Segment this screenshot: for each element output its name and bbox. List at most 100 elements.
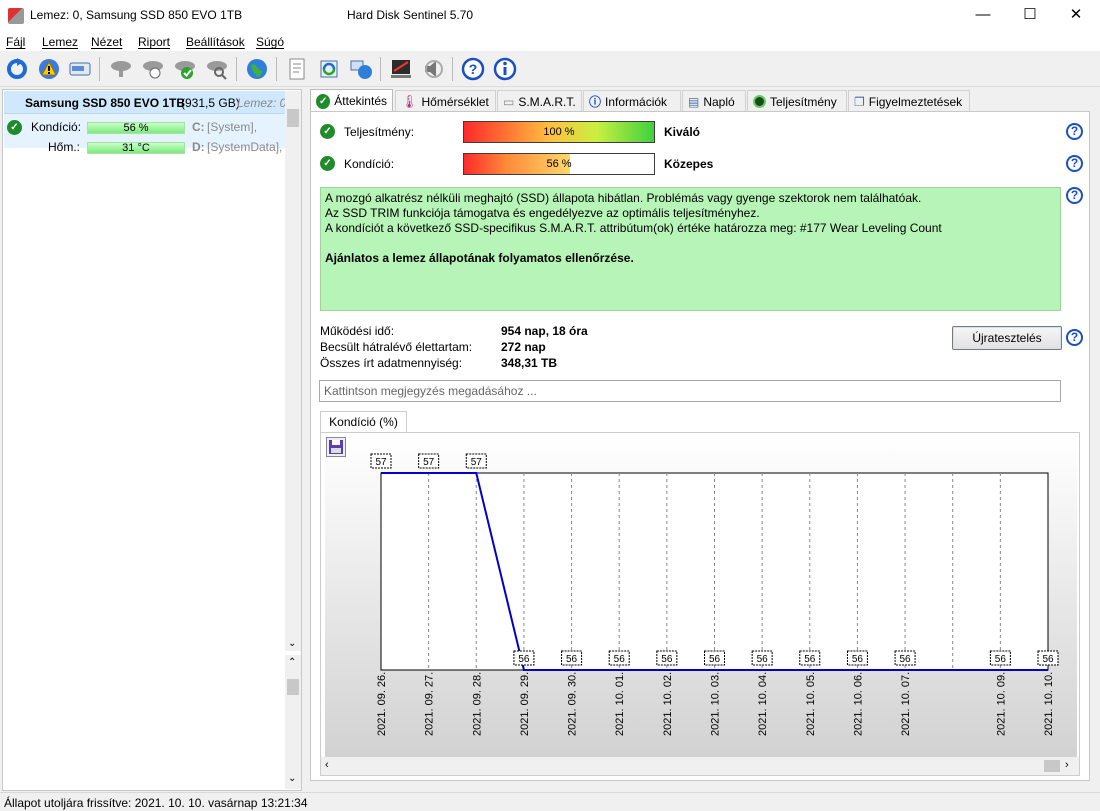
disk-search-icon[interactable]	[204, 56, 230, 82]
partition-scrollbar[interactable]: ⌃ ⌄	[285, 655, 301, 789]
health-bar-value: 56 %	[123, 122, 149, 134]
scrollbar-thumb[interactable]	[1044, 760, 1060, 772]
lifetime-value: 272 nap	[501, 340, 546, 354]
refresh-icon[interactable]	[4, 56, 30, 82]
retest-button[interactable]: Újratesztelés	[952, 326, 1062, 350]
recommendation: Ajánlatos a lemez állapotának folyamatos…	[325, 251, 634, 265]
disk-list-pane: Samsung SSD 850 EVO 1TB (931,5 GB) Lemez…	[2, 89, 302, 791]
scrollbar-thumb[interactable]	[287, 679, 299, 695]
log-icon: ▤	[688, 94, 700, 109]
help-icon[interactable]: ?	[1066, 187, 1083, 204]
scroll-down-icon[interactable]: ⌄	[288, 638, 296, 649]
toolbar-separator	[276, 57, 277, 81]
alerts-icon: ❐	[854, 94, 865, 109]
disk-summary[interactable]: ✓ Kondíció: 56 % C: [System], Hőm.: 31 °…	[4, 114, 285, 154]
x-tick-label: 2021. 10. 06.	[852, 672, 864, 736]
tab-log[interactable]: ▤ Napló	[682, 90, 746, 112]
tab-overview[interactable]: ✓ Áttekintés	[310, 89, 393, 112]
health-bar: 56 %	[87, 122, 185, 134]
title-bar: Lemez: 0, Samsung SSD 850 EVO 1TB Hard D…	[0, 0, 1100, 32]
menu-help[interactable]: Súgó	[256, 35, 284, 49]
menu-file[interactable]: Fájl	[6, 35, 25, 49]
maximize-button[interactable]: ☐	[1007, 0, 1053, 32]
tab-information[interactable]: ⓘ Információk	[583, 90, 681, 112]
performance-value: 100 %	[543, 126, 575, 138]
menu-bar: Fájl Lemez Nézet Riport Beállítások Súgó	[0, 32, 1100, 51]
tab-alerts-label: Figyelmeztetések	[868, 94, 963, 109]
save-chart-icon[interactable]	[326, 437, 346, 457]
x-tick-label: 2021. 09. 29.	[519, 672, 531, 736]
partition-d-name: [SystemData],	[207, 140, 283, 154]
status-ok-icon: ✓	[320, 124, 335, 139]
scroll-right-icon[interactable]: ›	[1065, 759, 1069, 771]
globe-icon[interactable]	[244, 56, 270, 82]
info-icon[interactable]	[492, 56, 518, 82]
x-tick-label: 2021. 10. 07.	[900, 672, 912, 736]
scroll-up-icon[interactable]: ⌃	[288, 657, 296, 668]
status-ok-icon: ✓	[316, 93, 331, 109]
disk-tag: Lemez: 0	[237, 96, 285, 110]
performance-test-icon[interactable]	[388, 56, 414, 82]
data-label: 56	[757, 654, 769, 665]
tab-temperature[interactable]: 🌡 Hőmérséklet	[395, 90, 496, 112]
x-tick-label: 2021. 09. 27.	[424, 672, 436, 736]
help-icon[interactable]: ?	[1066, 123, 1083, 140]
disk-size: (931,5 GB)	[181, 96, 240, 110]
overview-panel: ✓ Teljesítmény: 100 % Kiváló ? ✓ Kondíci…	[310, 111, 1090, 781]
tab-information-label: Információk	[605, 94, 668, 109]
toolbar: ?	[0, 51, 1100, 87]
x-tick-label: 2021. 10. 02.	[662, 672, 674, 736]
x-tick-label: 2021. 10. 05.	[805, 672, 817, 736]
scrollbar-thumb[interactable]	[287, 109, 299, 127]
menu-settings[interactable]: Beállítások	[186, 35, 245, 49]
written-label: Összes írt adatmennyiség:	[320, 356, 463, 370]
chart-tab-health[interactable]: Kondíció (%)	[320, 411, 407, 433]
app-name: Hard Disk Sentinel 5.70	[347, 8, 474, 22]
health-gauge: 56 %	[463, 153, 655, 175]
toolbar-separator	[452, 57, 453, 81]
performance-gauge: 100 %	[463, 121, 655, 143]
gauge-icon	[753, 95, 766, 108]
scroll-down-icon[interactable]: ⌄	[288, 773, 296, 784]
disk-list-scrollbar[interactable]: ⌄	[285, 91, 301, 651]
status-ok-icon: ✓	[7, 120, 22, 135]
network-icon[interactable]	[348, 56, 374, 82]
disk-check-icon[interactable]	[172, 56, 198, 82]
menu-view[interactable]: Nézet	[91, 35, 122, 49]
tab-alerts[interactable]: ❐ Figyelmeztetések	[848, 90, 970, 112]
status-line: A mozgó alkatrész nélküli meghajtó (SSD)…	[325, 191, 922, 205]
disk-drive-icon[interactable]	[67, 56, 93, 82]
speaker-icon[interactable]	[420, 56, 446, 82]
disk-network-icon[interactable]	[108, 56, 134, 82]
help-icon[interactable]: ?	[460, 56, 486, 82]
temperature-value: 31 °C	[122, 142, 150, 154]
help-icon[interactable]: ?	[1066, 155, 1083, 172]
warning-icon[interactable]	[36, 56, 62, 82]
tab-temperature-label: Hőmérséklet	[421, 94, 489, 109]
minimize-button[interactable]: —	[960, 0, 1006, 32]
menu-report[interactable]: Riport	[138, 35, 170, 49]
data-label: 56	[661, 654, 673, 665]
disk-icon: ▭	[503, 94, 515, 109]
report-icon[interactable]	[284, 56, 310, 82]
scroll-left-icon[interactable]: ‹	[325, 759, 329, 771]
status-text: Állapot utoljára frissítve: 2021. 10. 10…	[4, 796, 308, 810]
uptime-label: Működési idő:	[320, 324, 395, 338]
tab-performance[interactable]: Teljesítmény	[747, 90, 847, 112]
help-icon[interactable]: ?	[1066, 329, 1083, 346]
tab-bar: ✓ Áttekintés 🌡 Hőmérséklet ▭ S.M.A.R.T. …	[310, 89, 970, 112]
tab-smart[interactable]: ▭ S.M.A.R.T.	[497, 90, 582, 112]
chart-scrollbar[interactable]: ‹ ›	[321, 757, 1079, 775]
x-tick-label: 2021. 10. 01.	[614, 672, 626, 736]
disk-settings-icon[interactable]	[140, 56, 166, 82]
status-bar: Állapot utoljára frissítve: 2021. 10. 10…	[0, 792, 1100, 811]
toolbar-separator	[99, 57, 100, 81]
disk-list-item[interactable]: Samsung SSD 850 EVO 1TB (931,5 GB) Lemez…	[4, 91, 285, 114]
note-input[interactable]: Kattintson megjegyzés megadásához ...	[319, 380, 1061, 402]
data-label: 56	[1042, 654, 1054, 665]
close-button[interactable]: ✕	[1053, 0, 1099, 32]
x-tick-label: 2021. 09. 28.	[471, 672, 483, 736]
sync-icon[interactable]	[316, 56, 342, 82]
menu-disk[interactable]: Lemez	[42, 35, 78, 49]
svg-text:?: ?	[469, 61, 478, 77]
